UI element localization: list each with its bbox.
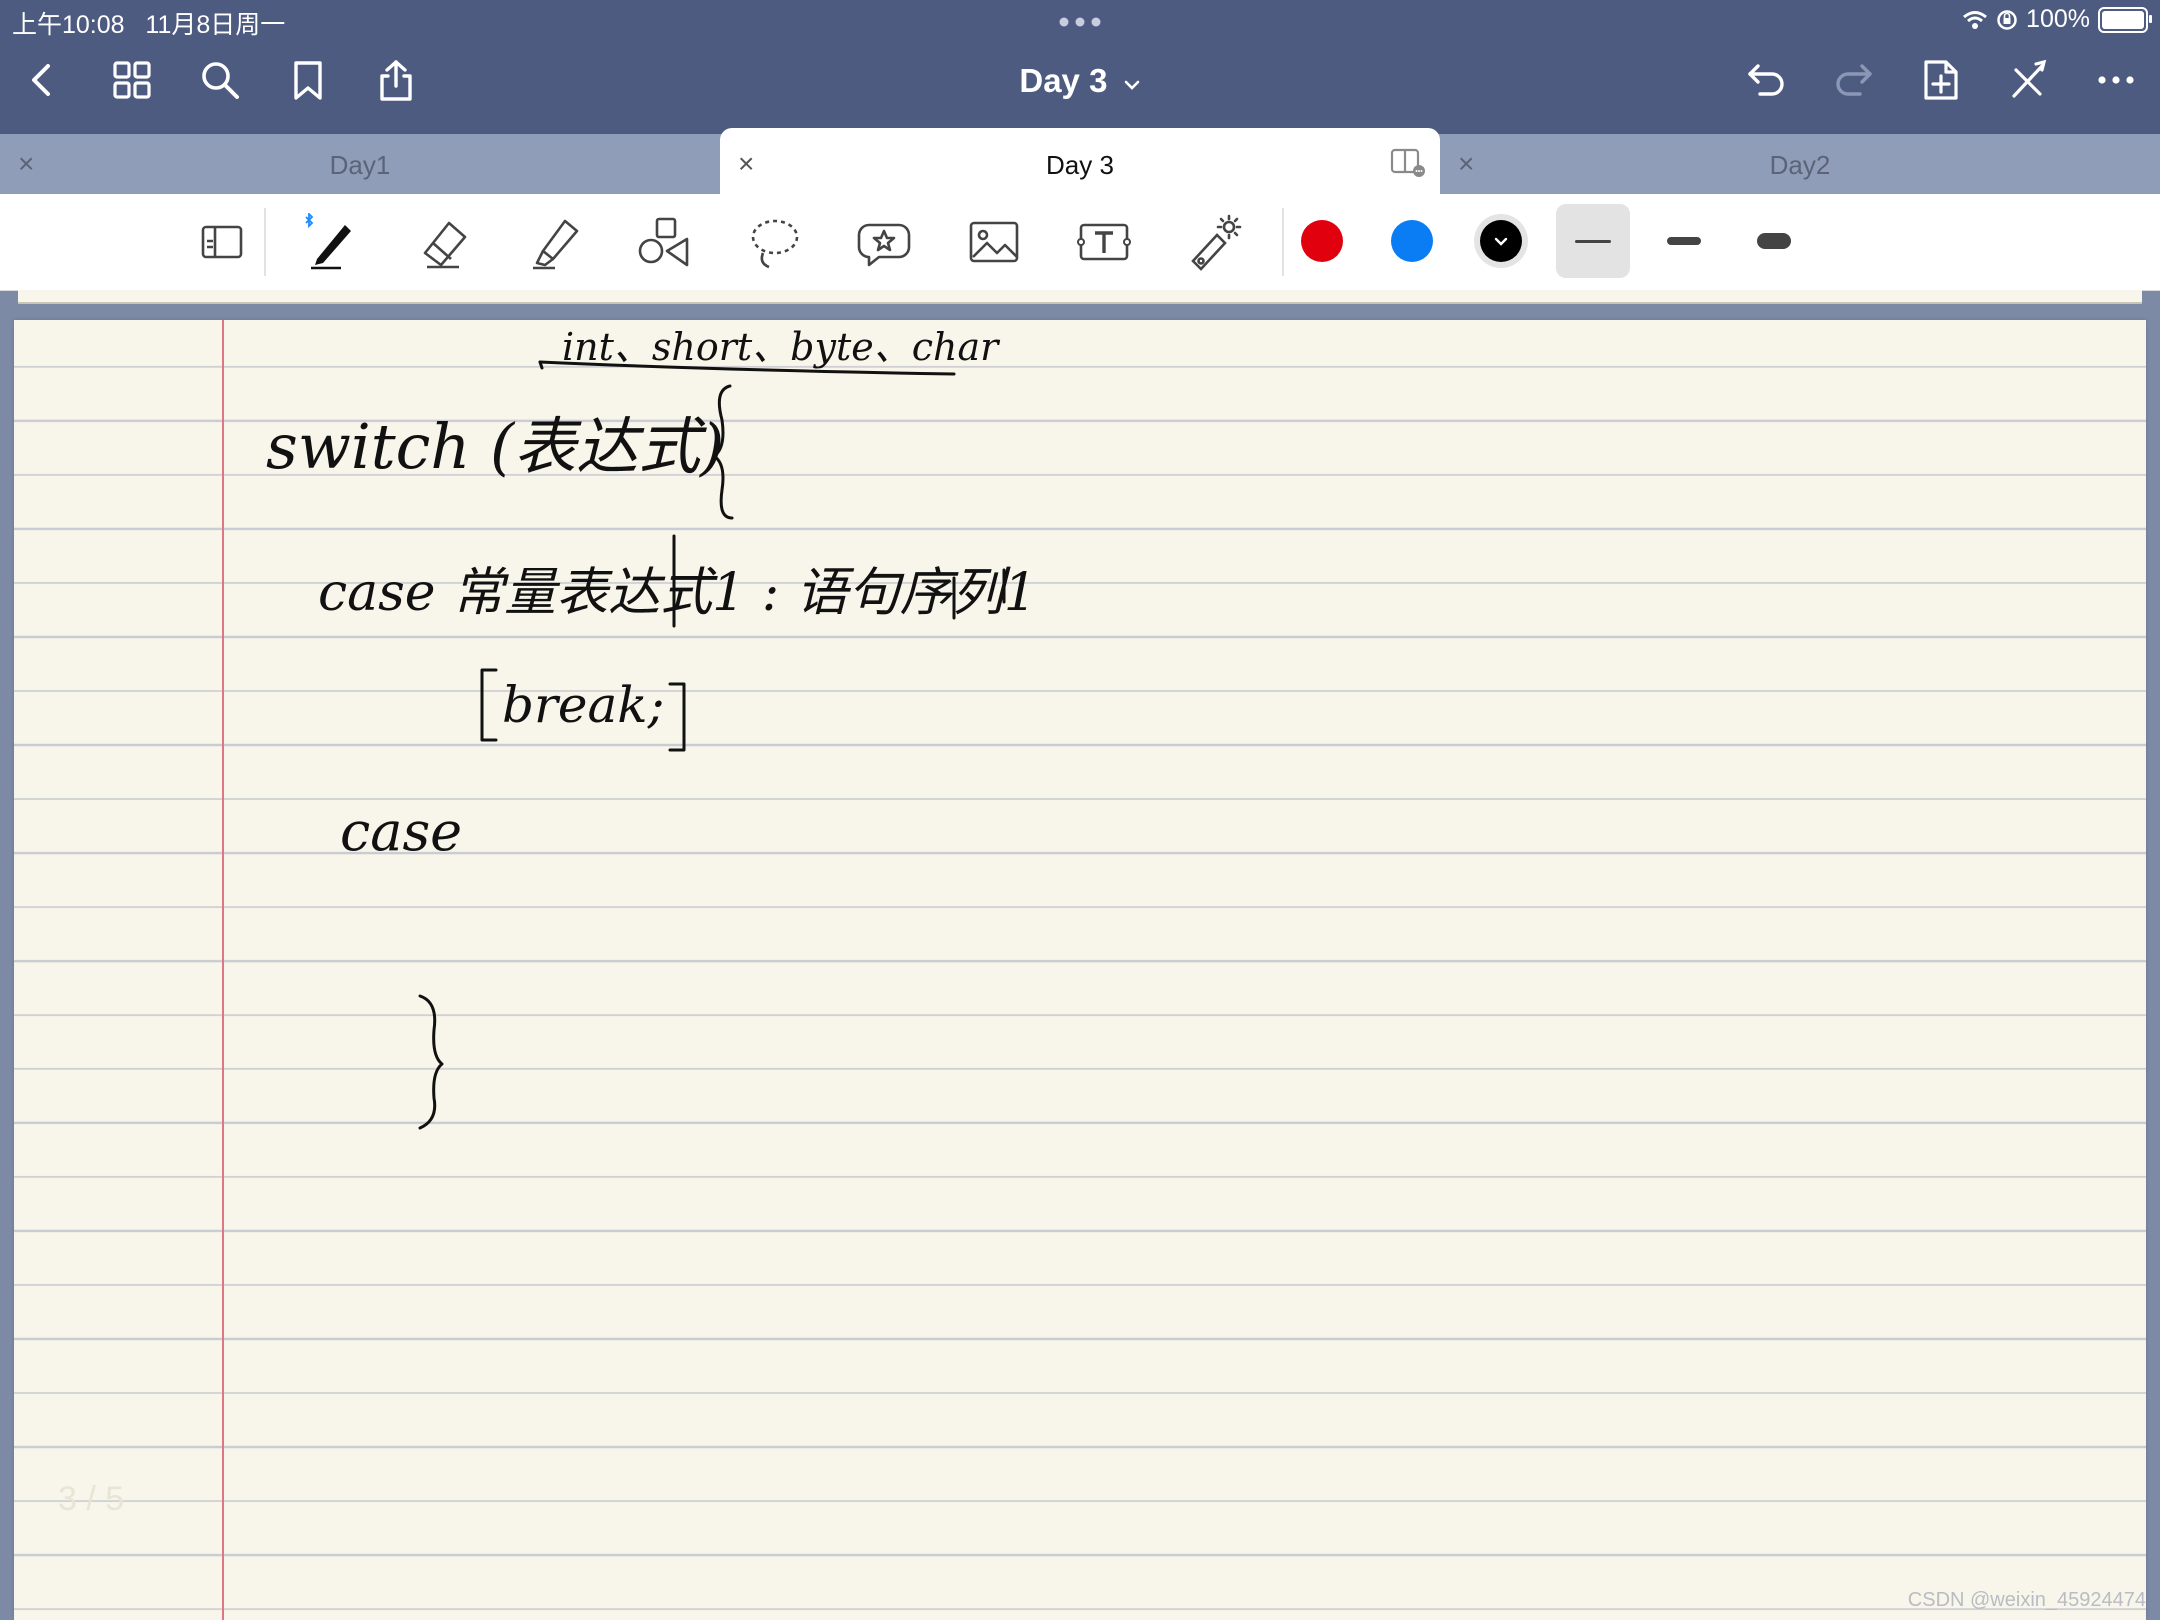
more-icon[interactable]	[2094, 58, 2138, 102]
bookmark-icon[interactable]	[286, 58, 330, 102]
watermark: CSDN @weixin_45924474	[1907, 1589, 2146, 1611]
split-view-icon[interactable]	[1390, 148, 1426, 178]
switch-line-text: switch (表达式)	[266, 410, 724, 483]
add-page-icon[interactable]	[1918, 58, 1962, 102]
layout-icon[interactable]	[192, 212, 252, 272]
previous-page-edge	[18, 290, 2142, 304]
notebook-page[interactable]: 3 / 5 int、short、byte、char switch (表达式) c…	[14, 320, 2146, 1620]
stroke-width-thin-button[interactable]	[1556, 204, 1630, 278]
drawing-toolbar	[0, 194, 2160, 291]
chevron-down-icon	[1124, 80, 1139, 90]
tab-label: Day 3	[1046, 150, 1114, 180]
image-icon[interactable]	[964, 212, 1024, 272]
status-indicators: 100%	[1962, 5, 2152, 34]
tab-day3[interactable]: × Day 3	[720, 128, 1440, 194]
edit-toggle-icon[interactable]	[2006, 58, 2050, 102]
undo-icon[interactable]	[1744, 58, 1788, 102]
text-icon[interactable]	[1074, 212, 1134, 272]
search-icon[interactable]	[198, 58, 242, 102]
chevron-down-icon	[1494, 237, 1508, 246]
tab-label: Day2	[1769, 150, 1831, 180]
status-date: 11月8日周一	[145, 11, 286, 39]
eraser-icon[interactable]	[414, 212, 474, 272]
stroke-width-medium-button[interactable]	[1647, 204, 1721, 278]
rotation-lock-icon	[1997, 9, 2017, 30]
tab-label: Day1	[329, 150, 391, 180]
color-red-swatch[interactable]	[1301, 220, 1343, 262]
back-icon[interactable]	[20, 58, 64, 102]
sticker-icon[interactable]	[854, 212, 914, 272]
case2-line-text: case	[340, 800, 462, 863]
grid-view-icon[interactable]	[110, 58, 154, 102]
handwriting-layer: int、short、byte、char switch (表达式) case 常量…	[266, 325, 1037, 1130]
document-title[interactable]: Day 3	[1000, 62, 1160, 100]
color-blue-swatch[interactable]	[1391, 220, 1433, 262]
shapes-icon[interactable]	[634, 212, 694, 272]
tab-bar: × Day1 × Day 3 × Day2	[0, 128, 2160, 194]
tab-day2[interactable]: × Day2	[1440, 134, 2160, 194]
stroke-width-thick-button[interactable]	[1737, 204, 1811, 278]
lasso-icon[interactable]	[744, 212, 804, 272]
tab-day1[interactable]: × Day1	[0, 134, 720, 194]
color-black-swatch[interactable]	[1474, 214, 1528, 268]
battery-icon	[2098, 6, 2152, 33]
laser-pointer-icon[interactable]	[1184, 212, 1244, 272]
highlighter-icon[interactable]	[524, 212, 584, 272]
status-time-date: 上午10:08 11月8日周一	[12, 5, 285, 41]
pen-icon[interactable]	[302, 212, 362, 272]
top-bar: 上午10:08 11月8日周一 100% Day 3	[0, 0, 2160, 134]
multitasking-dots-icon[interactable]	[1055, 14, 1105, 30]
case-line-text: case 常量表达式1 : 语句序列1	[318, 563, 1037, 623]
break-line-text: break;	[502, 676, 664, 734]
annotation-types-text: int、short、byte、char	[562, 325, 1001, 369]
share-icon[interactable]	[374, 58, 418, 102]
status-time: 上午10:08	[12, 11, 125, 39]
wifi-icon	[1963, 10, 1987, 29]
redo-icon[interactable]	[1832, 58, 1876, 102]
battery-percent: 100%	[2026, 5, 2090, 33]
document-title-text: Day 3	[1019, 62, 1108, 99]
